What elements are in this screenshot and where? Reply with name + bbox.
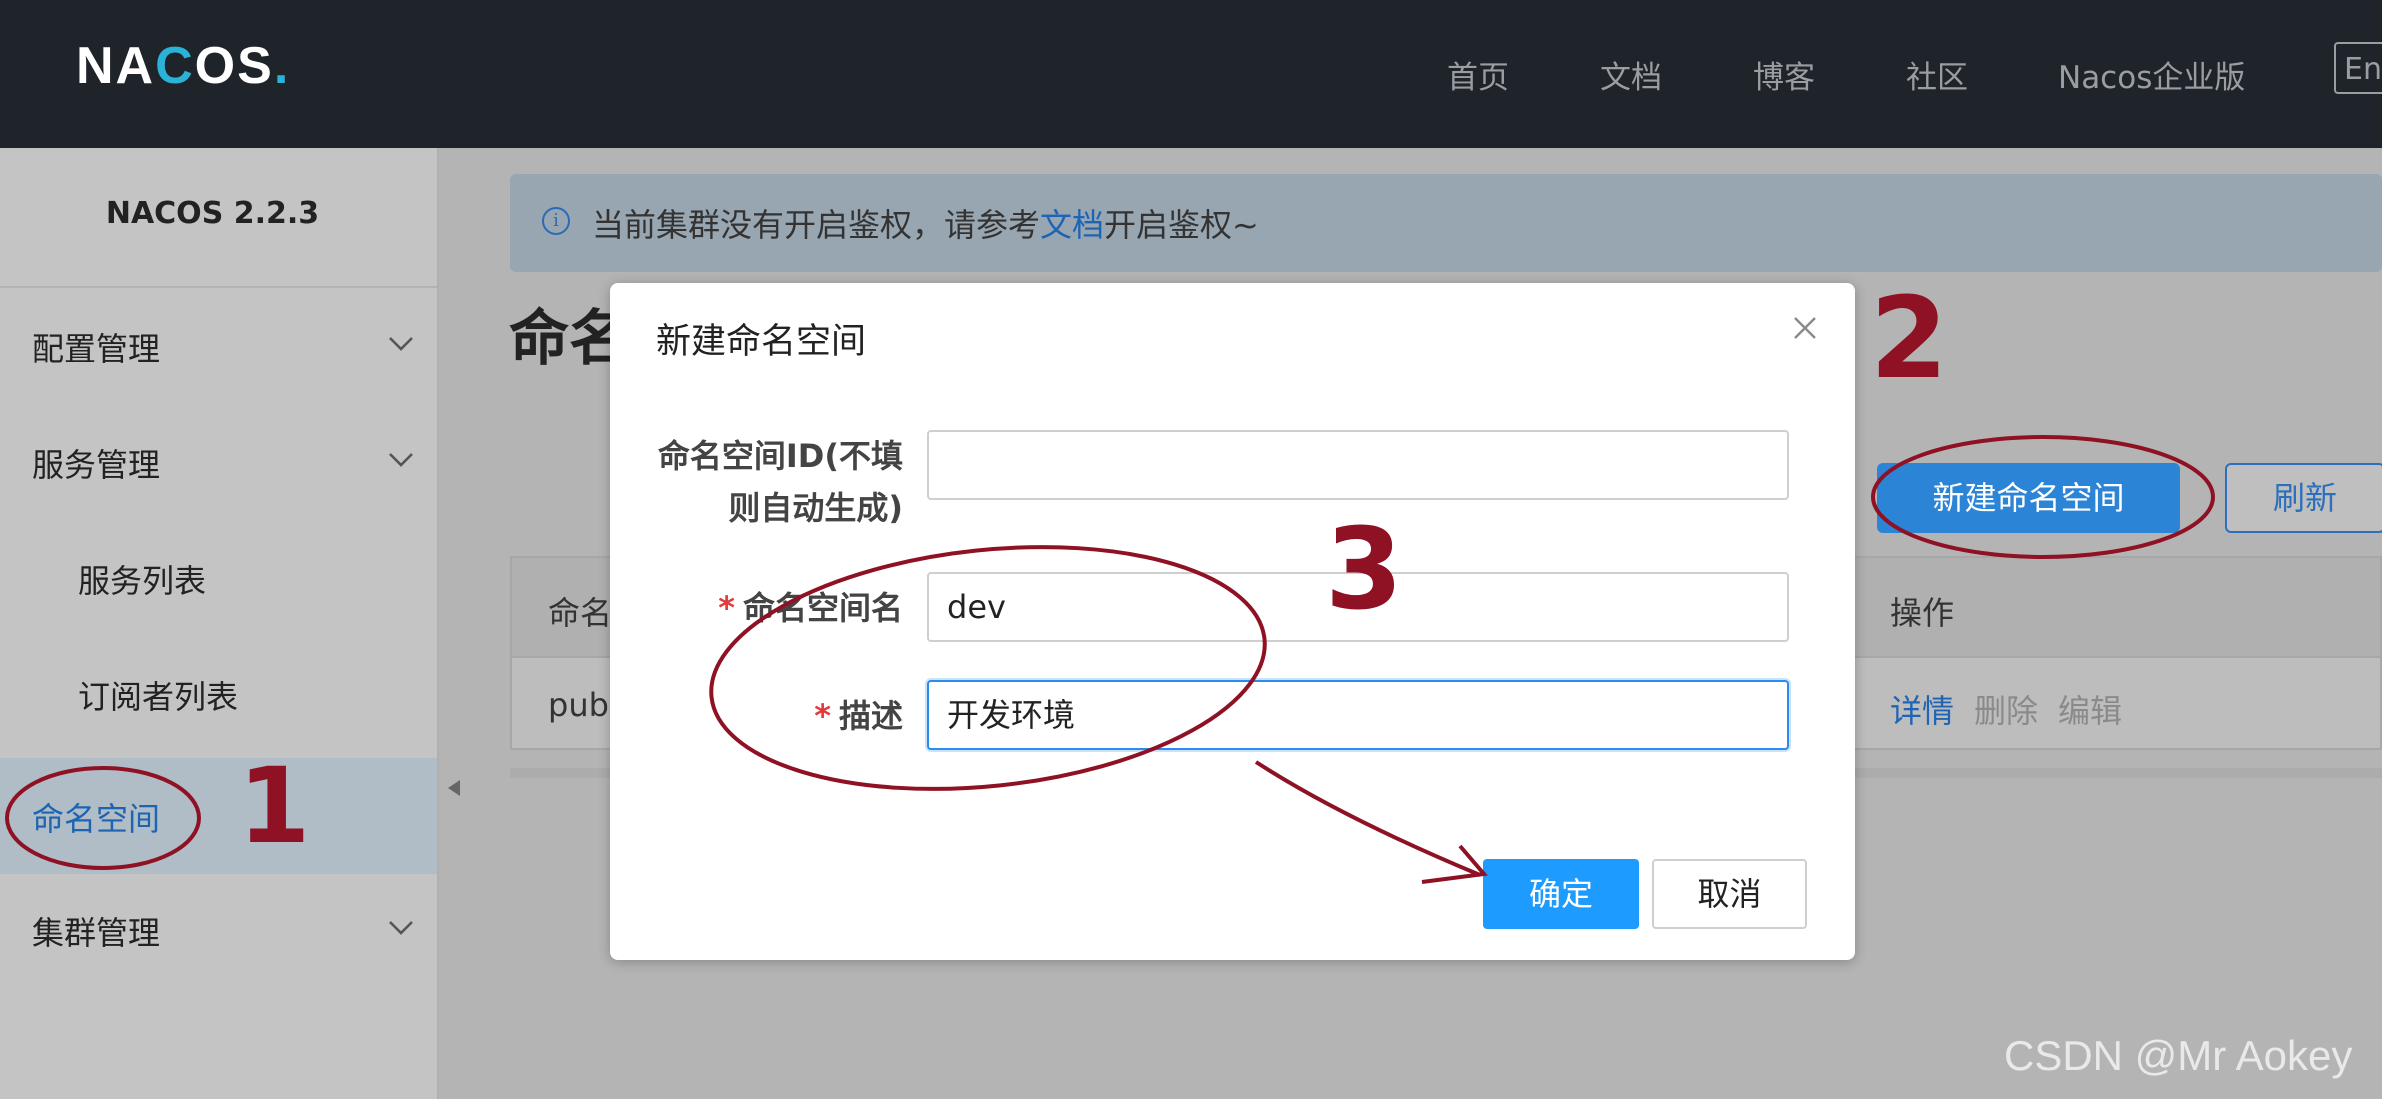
sidebar-item-label: 集群管理: [32, 914, 161, 952]
notice-text: 当前集群没有开启鉴权，请参考文档开启鉴权~: [592, 200, 1259, 246]
auth-notice-banner: i 当前集群没有开启鉴权，请参考文档开启鉴权~: [510, 174, 2382, 272]
column-header-name: 命名: [548, 594, 613, 632]
namespace-id-label-line2: 则自动生成): [728, 489, 903, 527]
sidebar-item-subscriber-list[interactable]: 订阅者列表: [0, 636, 437, 752]
notice-text-before: 当前集群没有开启鉴权，请参考: [592, 206, 1041, 244]
nav-docs[interactable]: 文档: [1600, 52, 1662, 97]
chevron-down-icon: [389, 453, 413, 467]
logo-text: NA: [76, 37, 156, 95]
annotation-number-1: 1: [238, 745, 311, 867]
delete-link[interactable]: 删除: [1974, 686, 2038, 732]
dialog-title: 新建命名空间: [656, 322, 867, 362]
info-icon: i: [542, 207, 570, 235]
sidebar-item-cluster[interactable]: 集群管理: [0, 872, 437, 988]
namespace-name-label: * 命名空间名: [610, 583, 903, 629]
description-input[interactable]: 开发环境: [927, 680, 1789, 750]
nav-blog[interactable]: 博客: [1753, 52, 1815, 97]
close-icon[interactable]: [1788, 311, 1822, 345]
logo-dot: .: [273, 37, 291, 95]
watermark: CSDN @Mr Aokey: [2004, 1032, 2353, 1079]
namespace-name-label-text: 命名空间名: [742, 589, 903, 627]
sidebar-item-service[interactable]: 服务管理: [0, 404, 437, 520]
new-namespace-dialog: 新建命名空间 命名空间ID(不填 则自动生成) * 命名空间名 dev * 描述 开…: [610, 283, 1855, 960]
confirm-button[interactable]: 确定: [1483, 859, 1639, 929]
sidebar: NACOS 2.2.3 配置管理 服务管理 服务列表 订阅者列表 命名空间 集群…: [0, 148, 439, 1099]
sidebar-item-label: 订阅者列表: [78, 678, 239, 716]
nav-home[interactable]: 首页: [1447, 52, 1509, 97]
sidebar-item-label: 配置管理: [32, 330, 161, 368]
new-namespace-button[interactable]: 新建命名空间: [1877, 463, 2180, 533]
nav-enterprise[interactable]: Nacos企业版: [2058, 52, 2245, 97]
annotation-number-2: 2: [1870, 274, 1948, 404]
version-label: NACOS 2.2.3: [105, 196, 320, 231]
sidebar-item-label: 命名空间: [32, 800, 161, 838]
logo-accent: C: [155, 37, 195, 95]
sidebar-item-namespace[interactable]: 命名空间: [0, 758, 437, 874]
sidebar-item-config[interactable]: 配置管理: [0, 288, 437, 404]
nav-community[interactable]: 社区: [1906, 52, 1968, 97]
description-label: * 描述: [610, 691, 903, 737]
namespace-id-label-line1: 命名空间ID(不填: [657, 437, 903, 475]
sidebar-collapse-toggle[interactable]: [448, 780, 460, 796]
annotation-number-3: 3: [1325, 505, 1403, 635]
language-toggle-button[interactable]: En: [2334, 42, 2382, 94]
column-header-actions: 操作: [1890, 594, 1955, 632]
chevron-down-icon: [389, 337, 413, 351]
description-label-text: 描述: [838, 697, 903, 735]
sidebar-item-service-list[interactable]: 服务列表: [0, 520, 437, 636]
namespace-id-input[interactable]: [927, 430, 1789, 500]
detail-link[interactable]: 详情: [1890, 686, 1954, 732]
notice-text-after: 开启鉴权~: [1104, 206, 1259, 244]
refresh-button[interactable]: 刷新: [2225, 463, 2382, 533]
edit-link[interactable]: 编辑: [2058, 686, 2122, 732]
notice-docs-link[interactable]: 文档: [1040, 206, 1104, 244]
logo-os: OS: [194, 37, 274, 95]
top-navbar: NA C OS. 首页 文档 博客 社区 Nacos企业版 En: [0, 0, 2382, 148]
sidebar-item-label: 服务管理: [32, 446, 161, 484]
cancel-button[interactable]: 取消: [1652, 859, 1807, 929]
required-asterisk: *: [718, 589, 735, 627]
namespace-id-label: 命名空间ID(不填 则自动生成): [610, 431, 903, 529]
table-cell-name: publ: [548, 686, 618, 724]
required-asterisk: *: [814, 697, 831, 735]
sidebar-item-label: 服务列表: [78, 562, 207, 600]
chevron-down-icon: [389, 921, 413, 935]
nacos-logo[interactable]: NA C OS.: [76, 37, 291, 95]
